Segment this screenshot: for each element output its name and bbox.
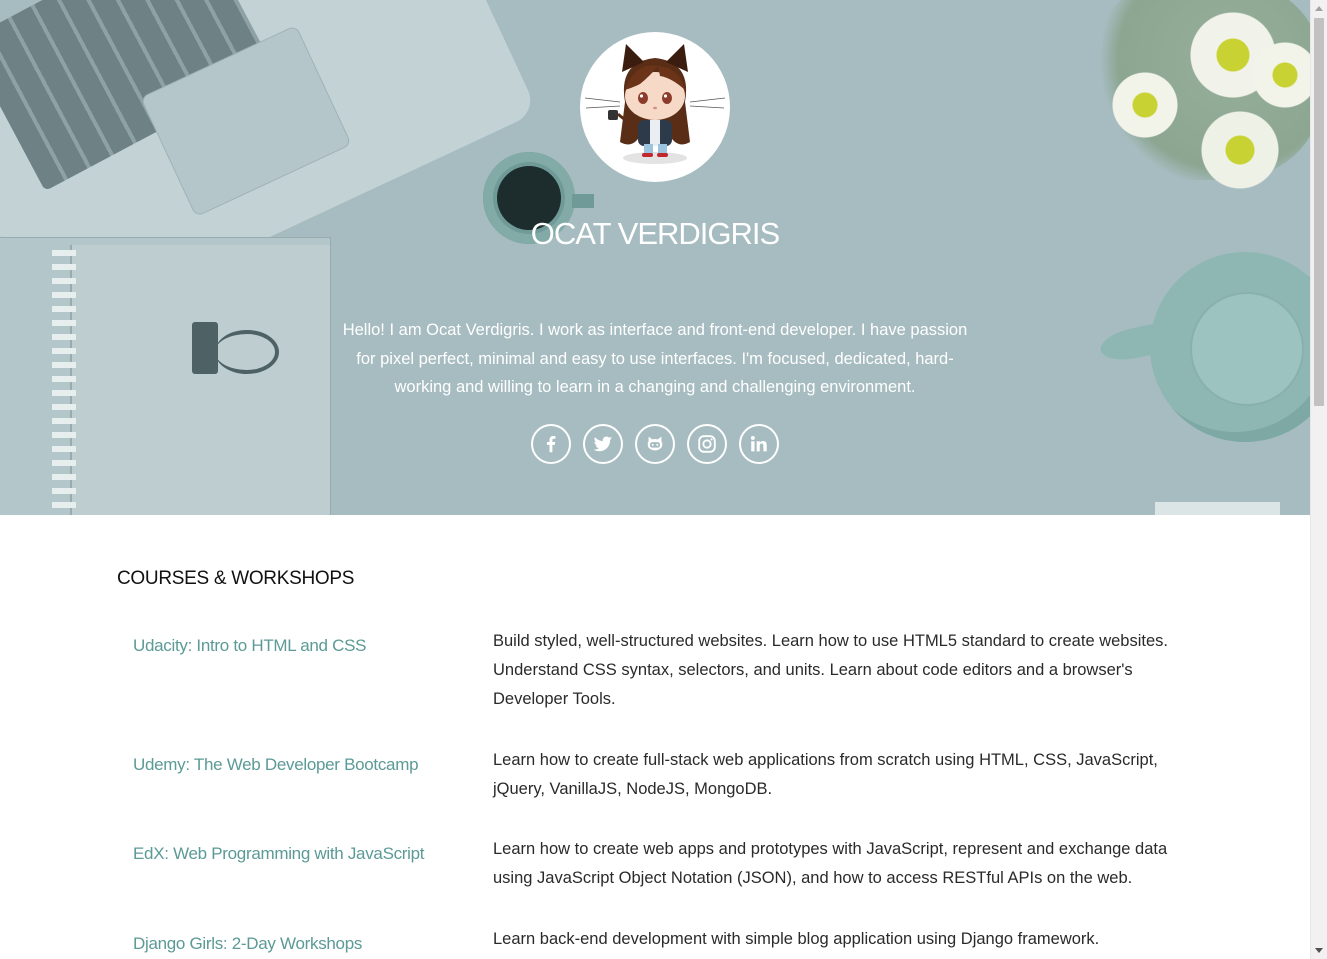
scroll-up-arrow-icon[interactable] [1315,6,1323,11]
twitter-link[interactable] [583,424,623,464]
course-link[interactable]: Django Girls: 2-Day Workshops [133,934,362,954]
github-link[interactable] [635,424,675,464]
cup-handle-image [572,194,594,208]
binder-clip-image [192,322,218,374]
notebook-page-image [70,245,330,515]
course-description: Build styled, well-structured websites. … [493,632,1168,708]
pencil-image [1155,502,1280,515]
teapot-lid-image [1190,292,1304,406]
scrollbar-thumb[interactable] [1314,18,1324,406]
avatar [580,32,730,182]
vertical-scrollbar[interactable] [1310,0,1327,959]
profile-name: OCAT VERDIGRIS [530,216,780,251]
linkedin-link[interactable] [739,424,779,464]
profile-bio: Hello! I am Ocat Verdigris. I work as in… [342,321,968,396]
github-icon [647,436,663,451]
flower-image [1110,70,1180,140]
section-title: COURSES & WORKSHOPS [117,568,355,589]
course-link[interactable]: Udacity: Intro to HTML and CSS [133,636,366,656]
hero-header: OCAT VERDIGRIS Hello! I am Ocat Verdigri… [0,0,1310,515]
twitter-icon [593,436,613,452]
flower-image [1200,110,1280,190]
instagram-link[interactable] [687,424,727,464]
facebook-icon [547,436,556,453]
facebook-link[interactable] [531,424,571,464]
course-description: Learn how to create full-stack web appli… [493,751,1158,798]
scroll-down-arrow-icon[interactable] [1315,948,1323,953]
course-link[interactable]: EdX: Web Programming with JavaScript [133,844,425,864]
course-description: Learn back-end development with simple b… [493,930,1100,948]
notebook-spiral-image [52,250,76,515]
instagram-icon [698,435,716,453]
octocat-avatar-icon [584,44,726,164]
course-description: Learn how to create web apps and prototy… [493,840,1168,887]
course-link[interactable]: Udemy: The Web Developer Bootcamp [133,755,419,775]
binder-clip-handle-image [215,330,279,374]
linkedin-icon [750,436,767,452]
